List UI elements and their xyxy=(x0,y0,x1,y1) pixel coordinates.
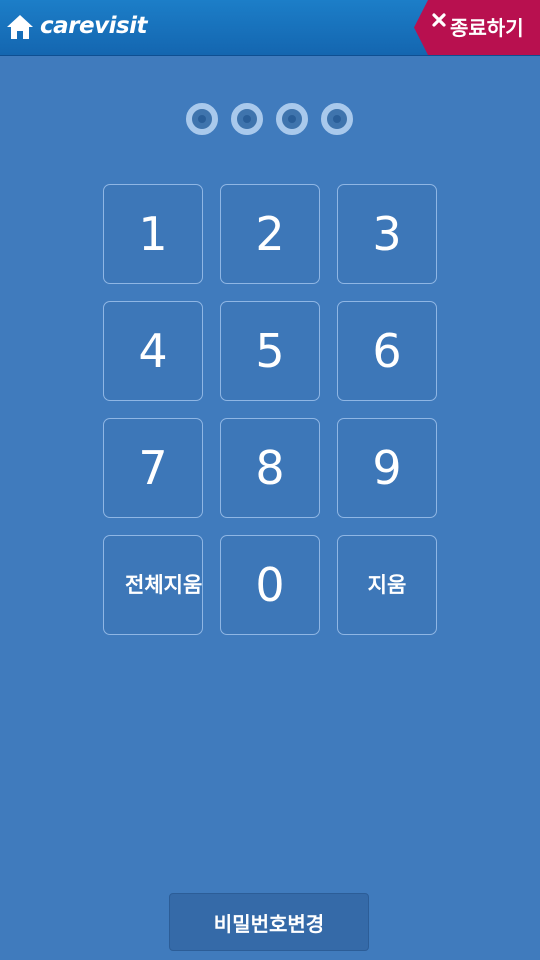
pin-indicator xyxy=(186,103,356,137)
change-password-button[interactable]: 비밀번호변경 xyxy=(169,893,369,951)
exit-button-label: 종료하기 xyxy=(450,16,524,40)
change-password-label: 비밀번호변경 xyxy=(213,911,325,936)
keypad-key-3[interactable]: 3 xyxy=(337,184,437,284)
keypad-key-4[interactable]: 4 xyxy=(103,301,203,401)
exit-button[interactable]: 종료하기 xyxy=(414,0,540,55)
backspace-button[interactable]: 지움 xyxy=(337,535,437,635)
pin-dot xyxy=(276,103,308,135)
top-bar: carevisit 종료하기 xyxy=(0,0,540,56)
keypad-key-0[interactable]: 0 xyxy=(220,535,320,635)
pin-dot xyxy=(321,103,353,135)
keypad-key-2[interactable]: 2 xyxy=(220,184,320,284)
home-icon[interactable] xyxy=(6,14,34,40)
pin-dot xyxy=(186,103,218,135)
clear-all-button[interactable]: 전체지움 xyxy=(103,535,203,635)
keypad-key-6[interactable]: 6 xyxy=(337,301,437,401)
keypad-key-8[interactable]: 8 xyxy=(220,418,320,518)
keypad-key-5[interactable]: 5 xyxy=(220,301,320,401)
keypad-key-7[interactable]: 7 xyxy=(103,418,203,518)
brand-logo: carevisit xyxy=(40,13,148,39)
keypad-key-9[interactable]: 9 xyxy=(337,418,437,518)
pin-dot xyxy=(231,103,263,135)
keypad-key-1[interactable]: 1 xyxy=(103,184,203,284)
close-icon xyxy=(432,13,446,27)
